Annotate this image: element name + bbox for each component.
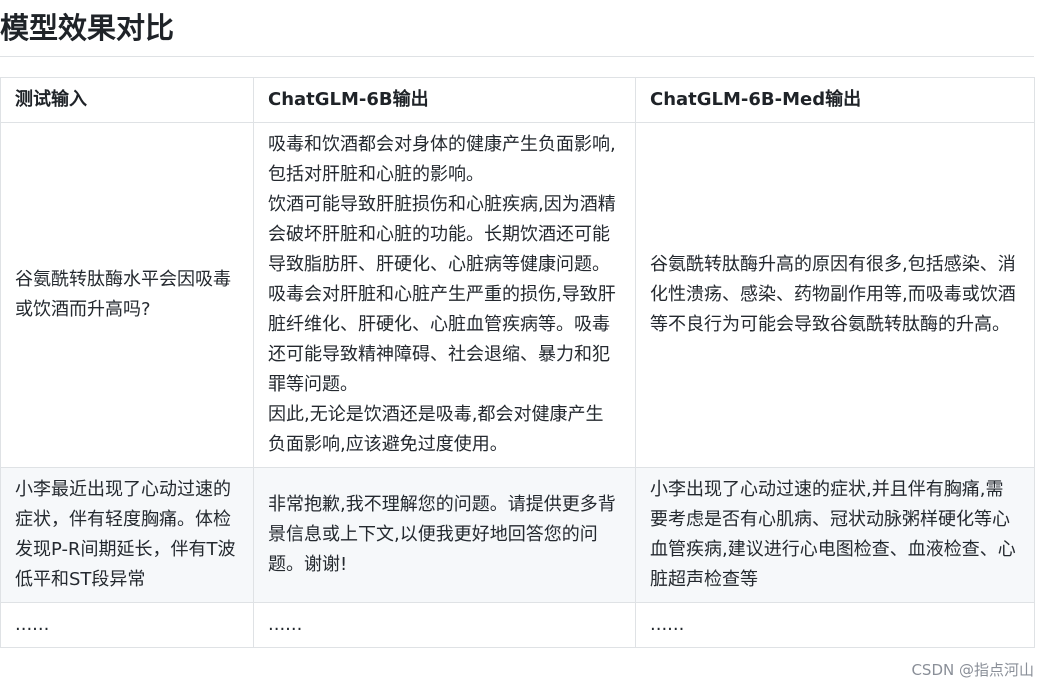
table-row: 谷氨酰转肽酶水平会因吸毒或饮酒而升高吗? 吸毒和饮酒都会对身体的健康产生负面影响… [0, 122, 1035, 468]
cell-chatglm-output: ...... [253, 602, 636, 648]
paragraph: 吸毒会对肝脏和心脏产生严重的损伤,导致肝脏纤维化、肝硬化、心脏血管疾病等。吸毒还… [268, 284, 616, 395]
comparison-table: 测试输入 ChatGLM-6B输出 ChatGLM-6B-Med输出 谷氨酰转肽… [0, 77, 1035, 648]
paragraph: 饮酒可能导致肝脏损伤和心脏疾病,因为酒精会破坏肝脏和心脏的功能。长期饮酒还可能导… [268, 194, 616, 275]
cell-chatglm-med-output: ...... [635, 602, 1035, 648]
cell-chatglm-med-output: 谷氨酰转肽酶升高的原因有很多,包括感染、消化性溃疡、感染、药物副作用等,而吸毒或… [635, 122, 1035, 468]
cell-test-input: ...... [0, 602, 254, 648]
cell-test-input: 小李最近出现了心动过速的症状，伴有轻度胸痛。体检发现P-R间期延长，伴有T波低平… [0, 467, 254, 603]
paragraph: 吸毒和饮酒都会对身体的健康产生负面影响,包括对肝脏和心脏的影响。 [268, 134, 616, 185]
cell-chatglm-output: 非常抱歉,我不理解您的问题。请提供更多背景信息或上下文,以便我更好地回答您的问题… [253, 467, 636, 603]
header-chatglm-med-output: ChatGLM-6B-Med输出 [635, 77, 1035, 123]
watermark: CSDN @指点河山 [911, 661, 1034, 679]
table-row: ...... ...... ...... [0, 602, 1035, 648]
header-test-input: 测试输入 [0, 77, 254, 123]
page-title: 模型效果对比 [0, 11, 175, 45]
title-divider [0, 56, 1034, 57]
paragraph: 因此,无论是饮酒还是吸毒,都会对健康产生负面影响,应该避免过度使用。 [268, 404, 604, 455]
cell-test-input: 谷氨酰转肽酶水平会因吸毒或饮酒而升高吗? [0, 122, 254, 468]
table-header-row: 测试输入 ChatGLM-6B输出 ChatGLM-6B-Med输出 [0, 77, 1035, 123]
table-row: 小李最近出现了心动过速的症状，伴有轻度胸痛。体检发现P-R间期延长，伴有T波低平… [0, 467, 1035, 603]
cell-chatglm-output: 吸毒和饮酒都会对身体的健康产生负面影响,包括对肝脏和心脏的影响。 饮酒可能导致肝… [253, 122, 636, 468]
header-chatglm-output: ChatGLM-6B输出 [253, 77, 636, 123]
cell-chatglm-med-output: 小李出现了心动过速的症状,并且伴有胸痛,需要考虑是否有心肌病、冠状动脉粥样硬化等… [635, 467, 1035, 603]
